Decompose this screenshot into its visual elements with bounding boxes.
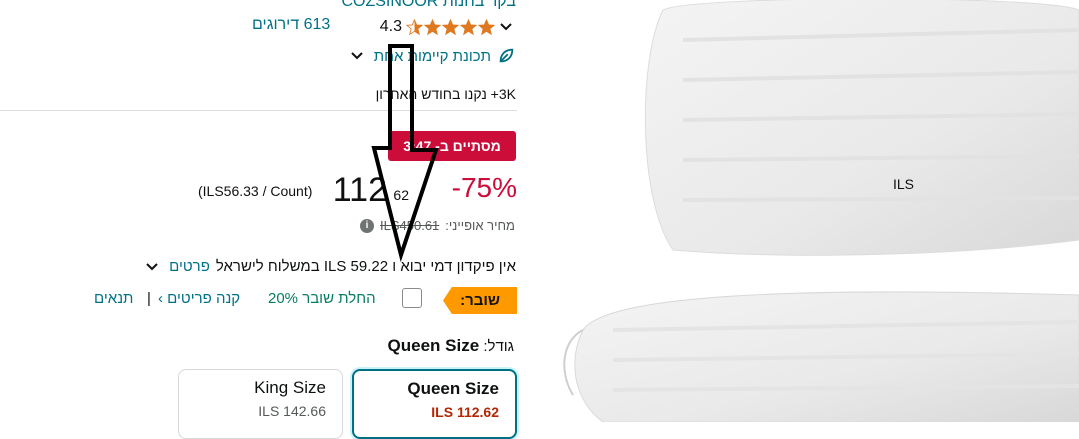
leaf-icon	[499, 48, 514, 63]
rating-row[interactable]: 4.3	[380, 16, 517, 38]
sustainability-feature[interactable]: תכונת קיימות אחת	[350, 47, 515, 65]
chevron-down-icon[interactable]	[145, 262, 159, 272]
shipping-text: אין פיקדון דמי יבוא ו ILS 59.22 במשלוח ל…	[215, 258, 516, 275]
star-half-icon	[406, 18, 423, 35]
size-selected-value: Queen Size	[387, 336, 480, 355]
star-full-icon	[424, 18, 441, 35]
size-option-price: ILS 142.66	[258, 403, 326, 419]
divider	[0, 110, 517, 111]
sustainability-text: תכונת קיימות אחת	[373, 47, 491, 65]
list-price-label: מחיר אופייני:	[445, 218, 515, 233]
size-label: גודל:	[483, 338, 514, 355]
coupon-shop-link[interactable]: קנה פריטים ›	[158, 290, 240, 307]
coupon-separator: |	[147, 290, 151, 307]
shipping-details-link[interactable]: פרטים	[169, 258, 210, 275]
size-option-price: ILS 112.62	[431, 404, 499, 420]
pillow-image	[543, 0, 1079, 422]
size-option-queen[interactable]: Queen Size ILS 112.62	[352, 369, 517, 439]
size-option-name: King Size	[254, 378, 326, 397]
coupon-badge: שובר:	[443, 287, 517, 314]
bought-past-month: 3K+ נקנו בחודש האחרון	[375, 86, 516, 102]
store-link[interactable]: בקר בחנות COZSINOOR	[300, 0, 516, 11]
current-price: 112 62	[333, 170, 409, 210]
price-currency: ILS	[892, 176, 914, 192]
price-fraction: 62	[393, 187, 409, 203]
size-selector-label: גודל: Queen Size	[388, 336, 514, 356]
star-rating[interactable]	[406, 18, 495, 36]
size-option-name: Queen Size	[407, 379, 499, 398]
list-price: ILS450.61	[380, 218, 440, 233]
chevron-down-icon[interactable]	[499, 22, 513, 32]
star-full-icon	[460, 18, 477, 35]
info-icon[interactable]: i	[360, 218, 375, 233]
price-whole: 112	[332, 171, 387, 209]
rating-value: 4.3	[379, 18, 402, 35]
star-full-icon	[442, 18, 459, 35]
chevron-down-icon[interactable]	[350, 51, 364, 61]
size-option-king[interactable]: King Size ILS 142.66	[178, 369, 343, 439]
list-price-row: מחיר אופייני: ILS450.61 i	[360, 218, 515, 233]
shipping-info: אין פיקדון דמי יבוא ו ILS 59.22 במשלוח ל…	[145, 258, 516, 275]
price-per-unit: (ILS56.33 / Count)	[198, 183, 313, 199]
product-image-panel[interactable]	[543, 0, 1079, 422]
reviews-link[interactable]: 613 דירוגים	[252, 16, 330, 34]
deal-badge: מסתיים ב- 3:47	[388, 131, 516, 161]
discount-percent: -75%	[451, 172, 517, 203]
star-full-icon	[478, 18, 495, 35]
coupon-terms-link[interactable]: תנאים	[94, 290, 133, 307]
coupon-apply-text[interactable]: החלת שובר 20%	[268, 290, 376, 307]
coupon-checkbox[interactable]	[402, 288, 422, 308]
